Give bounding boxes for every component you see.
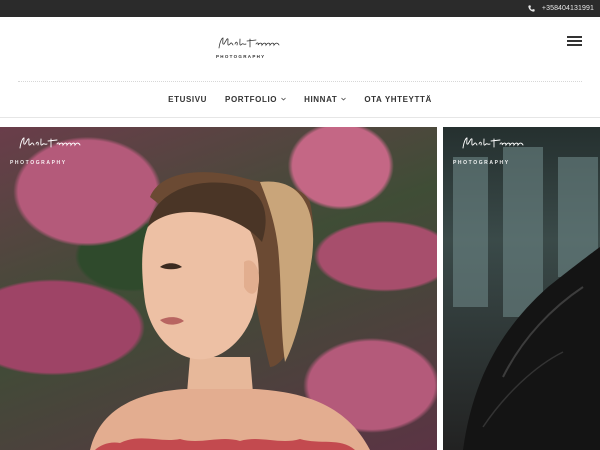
chevron-down-icon bbox=[341, 97, 347, 101]
nav-label: PORTFOLIO bbox=[225, 94, 278, 104]
portrait-photo-man[interactable]: PHOTOGRAPHY bbox=[443, 127, 600, 450]
nav-item-portfolio[interactable]: PORTFOLIO bbox=[216, 89, 295, 109]
nav-item-ota-yhteytta[interactable]: OTA YHTEYTTÄ bbox=[355, 89, 441, 109]
watermark-subtitle: PHOTOGRAPHY bbox=[10, 160, 67, 166]
photo-watermark: PHOTOGRAPHY bbox=[10, 135, 90, 166]
logo-signature bbox=[218, 37, 280, 49]
nav-label: OTA YHTEYTTÄ bbox=[364, 94, 432, 104]
chevron-down-icon bbox=[281, 97, 286, 101]
watermark-signature bbox=[19, 137, 81, 149]
watermark-signature bbox=[462, 137, 524, 149]
divider bbox=[18, 81, 582, 82]
photo-watermark: PHOTOGRAPHY bbox=[453, 135, 533, 166]
main-nav: ETUSIVU PORTFOLIO HINNAT OTA YHTEYTTÄ bbox=[0, 89, 600, 109]
photo-gallery: PHOTOGRAPHY PHOTOGRAPHY bbox=[0, 127, 600, 450]
portrait-illustration bbox=[90, 172, 370, 450]
site-header: PHOTOGRAPHY ETUSIVU PORTFOLIO HINNAT OTA… bbox=[0, 17, 600, 118]
top-bar: +358404131991 bbox=[0, 0, 600, 17]
jacket-illustration bbox=[463, 247, 600, 450]
phone-icon bbox=[528, 5, 535, 12]
nav-label: ETUSIVU bbox=[168, 94, 208, 104]
nav-label: HINNAT bbox=[304, 94, 338, 104]
portrait-photo-woman[interactable]: PHOTOGRAPHY bbox=[0, 127, 437, 450]
site-logo[interactable]: PHOTOGRAPHY bbox=[216, 35, 282, 65]
nav-item-etusivu[interactable]: ETUSIVU bbox=[159, 89, 216, 109]
hamburger-menu-icon[interactable] bbox=[567, 36, 582, 46]
watermark-subtitle: PHOTOGRAPHY bbox=[453, 160, 510, 166]
phone-number[interactable]: +358404131991 bbox=[542, 5, 594, 12]
logo-subtitle: PHOTOGRAPHY bbox=[216, 54, 266, 59]
phone-contact[interactable]: +358404131991 bbox=[528, 0, 594, 17]
nav-item-hinnat[interactable]: HINNAT bbox=[295, 89, 355, 109]
